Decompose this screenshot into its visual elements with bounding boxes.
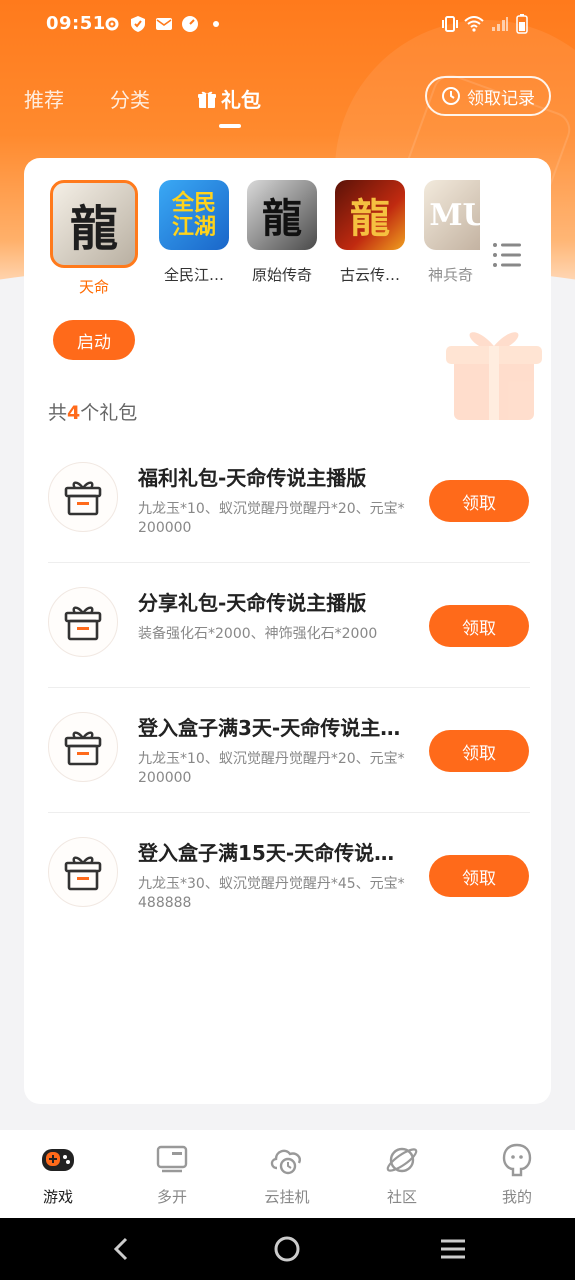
nav-multi-open[interactable]: 多开 <box>132 1140 212 1207</box>
bottom-navigation: 游戏 多开 云挂机 社区 我的 <box>0 1130 575 1218</box>
back-icon[interactable] <box>106 1234 136 1264</box>
game-logo: 龍 <box>335 180 405 250</box>
mail-icon <box>154 14 174 34</box>
gift-icon <box>48 837 118 907</box>
gift-row: 分享礼包-天命传说主播版 装备强化石*2000、神饰强化石*2000 领取 <box>48 563 530 688</box>
gift-title: 分享礼包-天命传说主播版 <box>138 591 367 615</box>
gift-description: 装备强化石*2000、神饰强化石*2000 <box>138 626 378 642</box>
game-logo: 龍 <box>247 180 317 250</box>
game-name: 全民江… <box>163 266 224 284</box>
game-name: 神兵奇 <box>428 266 474 284</box>
game-item-quanmin[interactable]: 全民 江湖 全民江… <box>146 180 242 285</box>
gift-box-decoration <box>446 332 542 420</box>
gift-description: 九龙玉*10、蚁沉觉醒丹觉醒丹*20、元宝*200000 <box>138 751 405 786</box>
gift-list: 福利礼包-天命传说主播版 九龙玉*10、蚁沉觉醒丹觉醒丹*20、元宝*20000… <box>48 438 530 937</box>
gift-description: 九龙玉*30、蚁沉觉醒丹觉醒丹*45、元宝*488888 <box>138 876 405 911</box>
claim-record-button[interactable]: 领取记录 <box>425 76 551 116</box>
nav-mine[interactable]: 我的 <box>477 1140 557 1207</box>
gift-title: 登入盒子满3天-天命传说主… <box>138 716 401 740</box>
nav-mine-label: 我的 <box>501 1188 532 1206</box>
gift-count: 共4个礼包 <box>48 402 138 424</box>
nav-multi-open-label: 多开 <box>156 1188 187 1206</box>
tab-recommend[interactable]: 推荐 <box>24 84 64 113</box>
game-logo: MU <box>424 180 480 250</box>
cloud-clock-icon <box>267 1140 307 1180</box>
gift-icon <box>48 712 118 782</box>
gift-row: 登入盒子满3天-天命传说主… 九龙玉*10、蚁沉觉醒丹觉醒丹*20、元宝*200… <box>48 688 530 813</box>
game-item-guyun[interactable]: 龍 古云传… <box>322 180 418 285</box>
gift-icon <box>48 587 118 657</box>
clock-icon <box>442 87 460 105</box>
gift-row: 登入盒子满15天-天命传说… 九龙玉*30、蚁沉觉醒丹觉醒丹*45、元宝*488… <box>48 813 530 937</box>
system-navigation-bar <box>0 1218 575 1280</box>
claim-button[interactable]: 领取 <box>429 730 529 772</box>
nav-cloud-hang-label: 云挂机 <box>264 1188 310 1206</box>
active-tab-indicator <box>219 124 241 128</box>
home-icon[interactable] <box>272 1234 302 1264</box>
gift-tab-icon <box>198 91 216 108</box>
game-item-yuanshi[interactable]: 龍 原始传奇 <box>234 180 330 285</box>
claim-button[interactable]: 领取 <box>429 605 529 647</box>
gift-icon <box>48 462 118 532</box>
nav-games[interactable]: 游戏 <box>18 1140 98 1207</box>
nav-games-label: 游戏 <box>42 1188 73 1206</box>
nav-community[interactable]: 社区 <box>362 1140 442 1207</box>
tab-gift-pack[interactable]: 礼包 <box>197 84 261 113</box>
start-game-button[interactable]: 启动 <box>53 320 135 360</box>
game-logo: 龍 <box>50 180 138 268</box>
battery-icon <box>512 14 532 34</box>
game-item-tianming[interactable]: 龍 天命 <box>46 180 142 297</box>
profile-icon <box>497 1140 537 1180</box>
claim-button[interactable]: 领取 <box>429 855 529 897</box>
nav-cloud-hang[interactable]: 云挂机 <box>247 1140 327 1207</box>
game-name: 原始传奇 <box>251 266 312 284</box>
signal-icon <box>490 14 510 34</box>
nav-community-label: 社区 <box>386 1188 417 1206</box>
claim-button[interactable]: 领取 <box>429 480 529 522</box>
planet-icon <box>382 1140 422 1180</box>
wifi-icon <box>464 14 484 34</box>
dot-icon <box>206 14 226 34</box>
gift-description: 九龙玉*10、蚁沉觉醒丹觉醒丹*20、元宝*200000 <box>138 501 405 536</box>
multi-window-icon <box>152 1140 192 1180</box>
tab-category[interactable]: 分类 <box>110 84 150 113</box>
gift-title: 登入盒子满15天-天命传说… <box>138 841 395 865</box>
game-logo: 全民 江湖 <box>159 180 229 250</box>
list-menu-icon[interactable] <box>490 240 524 270</box>
vibrate-icon <box>440 14 460 34</box>
claim-record-label: 领取记录 <box>467 88 535 109</box>
game-name: 天命 <box>78 278 109 296</box>
status-time: 09:51 <box>46 13 106 34</box>
recent-apps-icon[interactable] <box>438 1234 468 1264</box>
gift-title: 福利礼包-天命传说主播版 <box>138 466 367 490</box>
gift-row: 福利礼包-天命传说主播版 九龙玉*10、蚁沉觉醒丹觉醒丹*20、元宝*20000… <box>48 438 530 563</box>
status-bar: 09:51 <box>0 0 575 48</box>
gift-card-panel: 龍 天命 全民 江湖 全民江… 龍 原始传奇 龍 古云传… MU 神兵奇 启动 … <box>24 158 551 1104</box>
game-name: 古云传… <box>339 266 400 284</box>
speed-icon <box>180 14 200 34</box>
settings-icon <box>102 14 122 34</box>
gamepad-icon <box>38 1140 78 1180</box>
tab-gift-pack-label: 礼包 <box>221 88 261 112</box>
game-selector: 龍 天命 全民 江湖 全民江… 龍 原始传奇 龍 古云传… MU 神兵奇 <box>24 180 551 320</box>
shield-icon <box>128 14 148 34</box>
game-item-shenbing[interactable]: MU 神兵奇 <box>410 180 480 285</box>
